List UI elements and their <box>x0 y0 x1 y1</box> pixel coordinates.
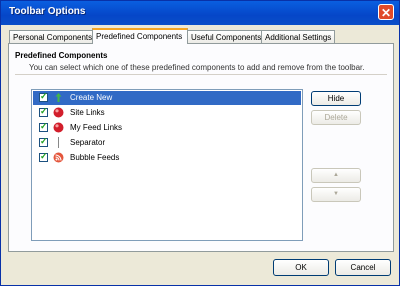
delete-button[interactable]: Delete <box>311 110 361 125</box>
move-up-button[interactable]: ▲ <box>311 168 361 183</box>
section-title: Predefined Components <box>15 51 108 60</box>
ok-button[interactable]: OK <box>273 259 329 276</box>
section-description: You can select which one of these predef… <box>29 63 365 72</box>
tab-useful-components[interactable]: Useful Components <box>187 30 262 43</box>
list-item-label: Create New <box>70 93 113 102</box>
list-item-my-feed-links[interactable]: My Feed Links <box>33 121 301 135</box>
rss-bubble-icon <box>53 152 64 163</box>
list-item-label: My Feed Links <box>70 123 123 132</box>
move-down-button[interactable]: ▼ <box>311 187 361 202</box>
checkbox[interactable] <box>39 121 48 132</box>
cancel-button[interactable]: Cancel <box>335 259 391 276</box>
tab-additional-settings[interactable]: Additional Settings <box>261 30 335 43</box>
components-list[interactable]: Create New Site Links My Feed Links Sepa… <box>31 89 303 241</box>
tab-personal-components[interactable]: Personal Components <box>9 30 93 43</box>
checkbox[interactable] <box>39 91 48 102</box>
checkbox[interactable] <box>39 151 48 162</box>
list-item-label: Separator <box>70 138 106 147</box>
checkbox[interactable] <box>39 136 48 147</box>
green-arrow-icon <box>55 93 62 102</box>
list-item-create-new[interactable]: Create New <box>33 91 301 105</box>
toolbar-options-dialog: Toolbar Options ✕ Personal Components Pr… <box>0 0 400 286</box>
close-button[interactable]: ✕ <box>378 4 394 20</box>
window-title: Toolbar Options <box>9 6 86 17</box>
tab-predefined-components[interactable]: Predefined Components <box>92 28 188 44</box>
title-bar[interactable]: Toolbar Options ✕ <box>1 1 399 25</box>
separator-icon <box>58 137 59 148</box>
list-item-label: Site Links <box>70 108 105 117</box>
list-item-bubble-feeds[interactable]: Bubble Feeds <box>33 151 301 165</box>
list-item-label: Bubble Feeds <box>70 153 120 162</box>
list-item-separator[interactable]: Separator <box>33 136 301 150</box>
hide-button[interactable]: Hide <box>311 91 361 106</box>
red-ball-icon <box>53 122 64 133</box>
section-divider <box>15 74 387 75</box>
checkbox[interactable] <box>39 106 48 117</box>
list-item-site-links[interactable]: Site Links <box>33 106 301 120</box>
red-ball-icon <box>53 107 64 118</box>
